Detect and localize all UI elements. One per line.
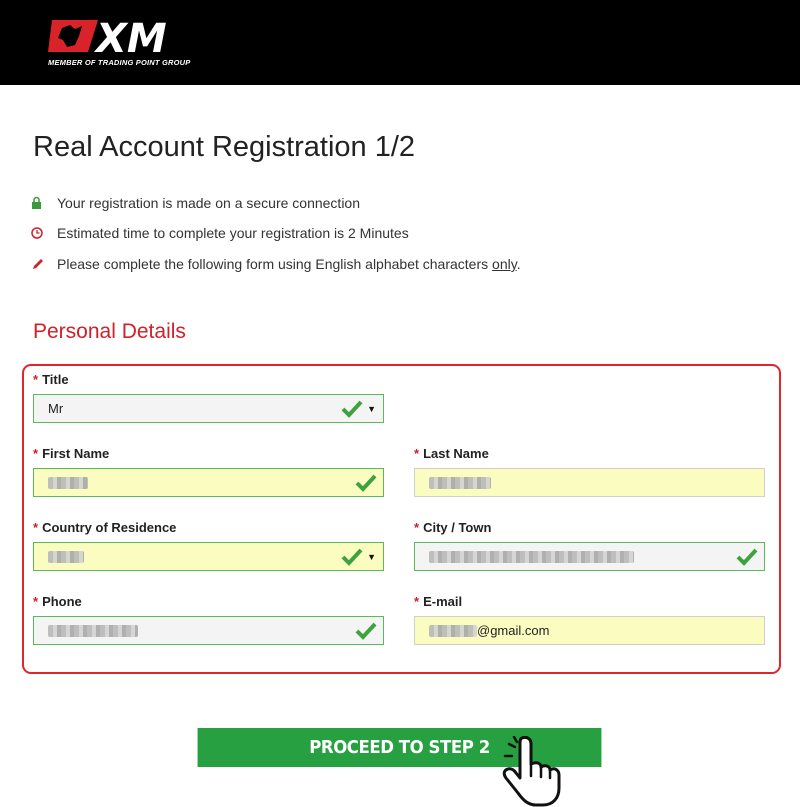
info-estimated-time: Estimated time to complete your registra… [31, 225, 409, 241]
last-name-input[interactable] [414, 468, 765, 497]
check-icon [736, 548, 758, 566]
obscured-email-user [429, 624, 477, 637]
header-bar: XM MEMBER OF TRADING POINT GROUP [0, 0, 800, 85]
phone-label: * Phone [33, 594, 82, 609]
email-label: * E-mail [414, 594, 463, 609]
lock-icon [32, 196, 41, 209]
last-name-label: * Last Name [414, 446, 489, 461]
page-title: Real Account Registration 1/2 [33, 131, 416, 163]
first-name-input[interactable] [33, 468, 384, 497]
first-name-label: * First Name [33, 446, 110, 461]
email-domain: @gmail.com [477, 623, 550, 638]
section-title-personal-details: Personal Details [33, 320, 186, 343]
info-text-english: Please complete the following form using… [57, 256, 521, 272]
title-select[interactable]: Mr ▼ [33, 394, 384, 423]
only-emphasis: only [492, 256, 517, 272]
obscured-phone [48, 624, 138, 637]
city-input[interactable] [414, 542, 765, 571]
title-label: * Title [33, 372, 69, 387]
country-select[interactable]: ▼ [33, 542, 384, 571]
clock-icon [31, 227, 43, 239]
obscured-last-name [429, 476, 491, 489]
obscured-city [429, 550, 634, 563]
info-english-only: Please complete the following form using… [31, 256, 521, 272]
country-label: * Country of Residence [33, 520, 177, 535]
info-text-secure: Your registration is made on a secure co… [57, 195, 360, 211]
info-secure-connection: Your registration is made on a secure co… [31, 195, 360, 211]
check-icon [355, 474, 377, 492]
obscured-country [48, 550, 84, 563]
info-text-time: Estimated time to complete your registra… [57, 225, 409, 241]
check-icon [355, 622, 377, 640]
check-icon [341, 400, 363, 418]
pencil-icon [33, 259, 43, 269]
email-input[interactable]: @gmail.com [414, 616, 765, 645]
obscured-first-name [48, 476, 88, 489]
check-icon [341, 548, 363, 566]
chevron-down-icon: ▼ [367, 404, 376, 414]
phone-input[interactable] [33, 616, 384, 645]
logo-text: XM [93, 16, 167, 62]
chevron-down-icon: ▼ [367, 552, 376, 562]
city-label: * City / Town [414, 520, 492, 535]
logo-subtitle: MEMBER OF TRADING POINT GROUP [48, 58, 191, 67]
hand-pointer-icon [502, 736, 561, 807]
title-select-value: Mr [48, 401, 64, 416]
